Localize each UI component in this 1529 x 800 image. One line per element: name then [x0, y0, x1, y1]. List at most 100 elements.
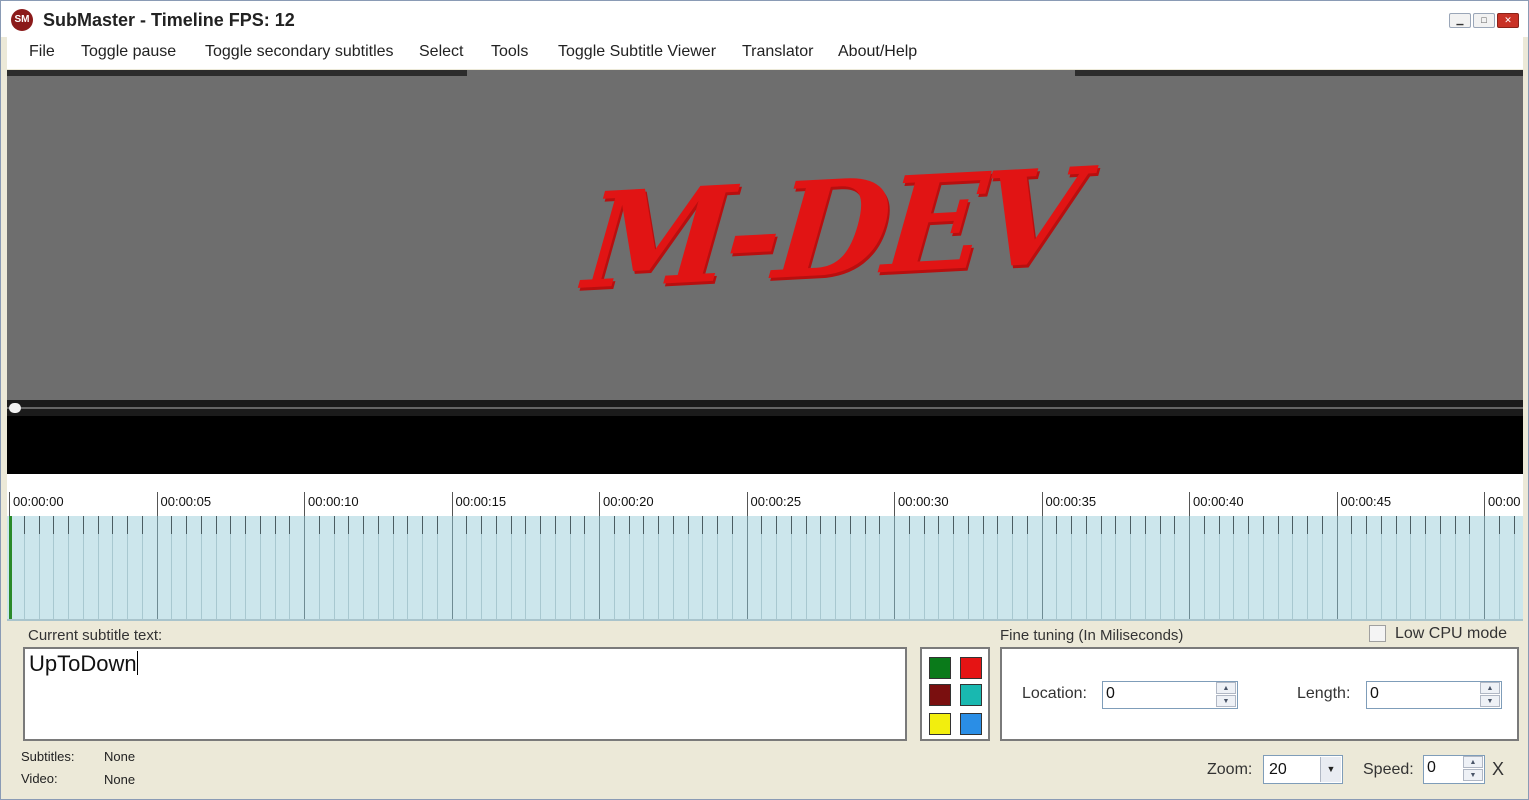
menu-translator[interactable]: Translator — [742, 43, 813, 61]
timeline-frame-tick — [245, 516, 246, 534]
timeline-frame-tick — [540, 516, 541, 534]
color-swatch-yellow[interactable] — [929, 713, 951, 735]
timeline-major-gridline — [1189, 516, 1190, 619]
color-swatch-teal[interactable] — [960, 684, 982, 706]
menu-toggle-subtitle-viewer[interactable]: Toggle Subtitle Viewer — [558, 43, 716, 61]
timeline-frame-tick — [628, 516, 630, 534]
speed-down-icon[interactable]: ▼ — [1463, 769, 1483, 781]
timeline-frame-tick — [363, 516, 364, 534]
speed-stepper[interactable]: 0 ▲ ▼ — [1423, 755, 1485, 784]
timeline-frame-tick — [1454, 516, 1456, 534]
fine-tuning-panel: Location: 0 ▲ ▼ Length: 0 ▲ ▼ — [1000, 647, 1519, 741]
color-swatch-red[interactable] — [960, 657, 982, 679]
timeline-major-gridline — [894, 516, 895, 619]
length-stepper[interactable]: 0 ▲ ▼ — [1366, 681, 1502, 709]
timeline-frame-tick — [923, 516, 925, 534]
timeline-cursor[interactable] — [9, 516, 12, 619]
menu-about-help[interactable]: About/Help — [838, 43, 917, 61]
timeline-frame-tick — [982, 516, 984, 534]
timeline-frame-tick — [1218, 516, 1220, 534]
timeline-frame-tick — [820, 516, 822, 534]
ruler-time-label: 00:00:40 — [1193, 494, 1244, 509]
menu-select[interactable]: Select — [419, 43, 463, 61]
length-down-icon[interactable]: ▼ — [1480, 695, 1500, 707]
color-palette — [920, 647, 990, 741]
menu-tools[interactable]: Tools — [491, 43, 528, 61]
timeline-frame-tick — [200, 516, 202, 534]
fine-tuning-label: Fine tuning (In Miliseconds) — [1000, 627, 1184, 644]
title-bar: SM SubMaster - Timeline FPS: 12 ▁ □ ✕ — [1, 1, 1528, 37]
speed-label: Speed: — [1363, 761, 1414, 778]
timeline-frame-tick — [1380, 516, 1382, 534]
subtitles-status-label: Subtitles: — [21, 749, 75, 764]
current-subtitle-label: Current subtitle text: — [28, 627, 163, 644]
ruler-time-label: 00:00:35 — [1045, 494, 1097, 509]
video-frame-logo: M-DEV — [578, 139, 1084, 320]
timeline-frame-tick — [835, 516, 836, 534]
timeline-frame-tick — [186, 516, 187, 534]
timeline-frame-tick — [466, 516, 468, 534]
minimize-button[interactable]: ▁ — [1449, 13, 1471, 28]
length-up-icon[interactable]: ▲ — [1480, 682, 1500, 694]
maximize-button[interactable]: □ — [1473, 13, 1495, 28]
color-swatch-green[interactable] — [929, 657, 951, 679]
ruler-tick — [1336, 492, 1338, 516]
video-status-label: Video: — [21, 771, 58, 786]
menu-bar: File Toggle pause Toggle secondary subti… — [7, 37, 1523, 69]
timeline-frame-tick — [1144, 516, 1146, 534]
timeline-frame-tick — [1130, 516, 1131, 534]
timeline-frame-tick — [997, 516, 999, 534]
chevron-down-icon[interactable]: ▼ — [1320, 757, 1341, 782]
speed-up-icon[interactable]: ▲ — [1463, 756, 1483, 768]
low-cpu-checkbox[interactable] — [1369, 625, 1386, 642]
timeline-major-gridline — [304, 516, 305, 619]
timeline-frame-tick — [1321, 516, 1323, 534]
ruler-time-label: 00:00:25 — [750, 494, 802, 509]
timeline-frame-tick — [1012, 516, 1013, 534]
timeline-frame-tick — [672, 516, 674, 534]
location-up-icon[interactable]: ▲ — [1216, 682, 1236, 694]
seek-bar[interactable] — [7, 400, 1523, 416]
subtitle-text-input[interactable]: UpToDown — [23, 647, 907, 741]
timeline-frame-tick — [864, 516, 866, 534]
timeline-frame-tick — [1056, 516, 1058, 534]
timeline-frame-tick — [1085, 516, 1087, 534]
location-label: Location: — [1022, 685, 1087, 702]
menu-file[interactable]: File — [29, 43, 55, 61]
timeline-frame-tick — [407, 516, 409, 534]
timeline-frame-tick — [1513, 516, 1515, 534]
menu-toggle-secondary-subtitles[interactable]: Toggle secondary subtitles — [205, 43, 394, 61]
timeline-frame-tick — [23, 516, 25, 534]
location-stepper[interactable]: 0 ▲ ▼ — [1102, 681, 1238, 709]
timeline-frame-tick — [1498, 516, 1500, 534]
timeline-frame-tick — [1233, 516, 1235, 534]
timeline-track[interactable] — [7, 516, 1523, 621]
zoom-select[interactable]: 20 ▼ — [1263, 755, 1343, 784]
ruler-tick — [1189, 492, 1190, 516]
ruler-tick — [746, 492, 748, 516]
location-down-icon[interactable]: ▼ — [1216, 695, 1236, 707]
timeline-frame-tick — [879, 516, 881, 534]
timeline-frame-tick — [318, 516, 320, 534]
video-preview[interactable]: M-DEV — [7, 70, 1523, 400]
seek-handle[interactable] — [9, 403, 21, 413]
timeline-frame-tick — [141, 516, 143, 534]
ruler-time-label: 00:00:30 — [898, 494, 949, 509]
speed-reset-icon[interactable]: X — [1492, 759, 1504, 780]
video-letterbox-left — [7, 70, 467, 76]
color-swatch-blue[interactable] — [960, 713, 982, 735]
timeline-frame-tick — [761, 516, 763, 534]
ruler-tick — [9, 492, 10, 516]
timeline-frame-tick — [230, 516, 232, 534]
timeline-frame-tick — [1174, 516, 1176, 534]
menu-toggle-pause[interactable]: Toggle pause — [81, 43, 176, 61]
ruler-time-label: 00:00 — [1488, 494, 1521, 509]
timeline-frame-tick — [643, 516, 645, 534]
color-swatch-dark-red[interactable] — [929, 684, 951, 706]
app-icon: SM — [11, 9, 33, 31]
ruler-tick — [1041, 492, 1043, 516]
timeline-frame-tick — [436, 516, 438, 534]
timeline-major-gridline — [1484, 516, 1485, 619]
close-button[interactable]: ✕ — [1497, 13, 1519, 28]
timeline-frame-tick — [82, 516, 84, 534]
